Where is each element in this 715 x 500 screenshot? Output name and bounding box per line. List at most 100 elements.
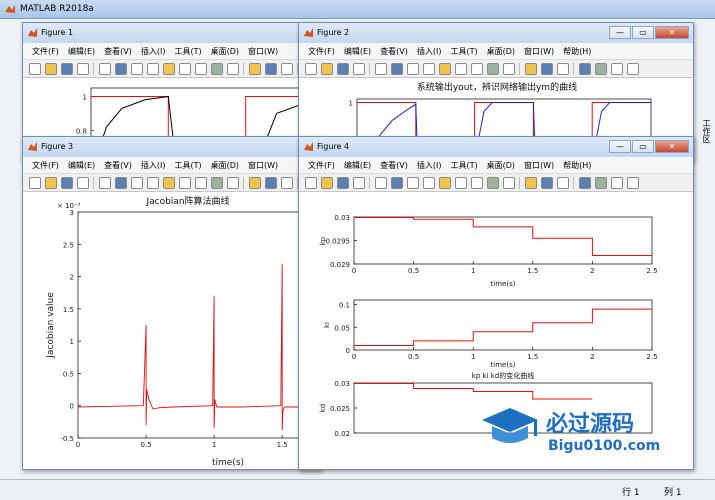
- insert-icon[interactable]: [265, 177, 277, 189]
- rotate-icon[interactable]: [439, 63, 451, 75]
- data-cursor-icon[interactable]: [179, 177, 191, 189]
- property-icon[interactable]: [557, 63, 569, 75]
- colorbar-icon[interactable]: [503, 63, 515, 75]
- maximize-button[interactable]: ▭: [632, 26, 654, 39]
- new-icon[interactable]: [29, 63, 41, 75]
- menu-desktop[interactable]: 桌面(D): [211, 157, 239, 174]
- close-button[interactable]: ✕: [655, 140, 689, 153]
- legend-icon[interactable]: [249, 63, 261, 75]
- data-cursor-icon[interactable]: [179, 63, 191, 75]
- pan-icon[interactable]: [423, 177, 435, 189]
- plot-tools-icon[interactable]: [595, 177, 607, 189]
- menu-insert[interactable]: 插入(I): [141, 157, 166, 174]
- workspace-side-tab[interactable]: 工作区: [699, 119, 712, 143]
- save-icon[interactable]: [337, 177, 349, 189]
- menu-edit[interactable]: 编辑(E): [68, 43, 95, 60]
- menu-file[interactable]: 文件(F): [308, 43, 335, 60]
- menu-tools[interactable]: 工具(T): [450, 43, 477, 60]
- menu-desktop[interactable]: 桌面(D): [487, 43, 515, 60]
- rotate-icon[interactable]: [163, 63, 175, 75]
- rotate-icon[interactable]: [163, 177, 175, 189]
- open-icon[interactable]: [45, 63, 57, 75]
- property-icon[interactable]: [281, 63, 293, 75]
- matlab-title-bar[interactable]: MATLAB R2018a: [0, 0, 715, 19]
- hide-icon[interactable]: [627, 177, 639, 189]
- save-icon[interactable]: [61, 177, 73, 189]
- brush-icon[interactable]: [195, 63, 207, 75]
- menu-window[interactable]: 窗口(W): [248, 157, 278, 174]
- brush-icon[interactable]: [471, 177, 483, 189]
- menu-window[interactable]: 窗口(W): [248, 43, 278, 60]
- menu-edit[interactable]: 编辑(E): [344, 43, 371, 60]
- print-icon[interactable]: [77, 177, 89, 189]
- menu-file[interactable]: 文件(F): [32, 43, 59, 60]
- print-icon[interactable]: [77, 63, 89, 75]
- zoom-out-icon[interactable]: [407, 177, 419, 189]
- dock-icon[interactable]: [611, 177, 623, 189]
- menu-insert[interactable]: 插入(I): [417, 43, 442, 60]
- colorbar-icon[interactable]: [503, 177, 515, 189]
- open-icon[interactable]: [321, 63, 333, 75]
- menu-view[interactable]: 查看(V): [104, 157, 132, 174]
- zoom-in-icon[interactable]: [391, 63, 403, 75]
- zoom-in-icon[interactable]: [115, 63, 127, 75]
- pan-icon[interactable]: [423, 63, 435, 75]
- save-icon[interactable]: [337, 63, 349, 75]
- menu-tools[interactable]: 工具(T): [174, 157, 201, 174]
- legend-icon[interactable]: [525, 63, 537, 75]
- menu-desktop[interactable]: 桌面(D): [211, 43, 239, 60]
- menu-edit[interactable]: 编辑(E): [344, 157, 371, 174]
- link-icon[interactable]: [487, 177, 499, 189]
- menu-tools[interactable]: 工具(T): [450, 157, 477, 174]
- brush-icon[interactable]: [195, 177, 207, 189]
- save-icon[interactable]: [61, 63, 73, 75]
- brush-icon[interactable]: [471, 63, 483, 75]
- menu-tools[interactable]: 工具(T): [174, 43, 201, 60]
- zoom-in-icon[interactable]: [115, 177, 127, 189]
- pointer-icon[interactable]: [375, 177, 387, 189]
- figure-1-title-bar[interactable]: Figure 1: [23, 23, 321, 43]
- dock-icon[interactable]: [611, 63, 623, 75]
- figure-4-title-bar[interactable]: Figure 4 — ▭ ✕: [299, 137, 693, 157]
- new-icon[interactable]: [305, 63, 317, 75]
- legend-icon[interactable]: [525, 177, 537, 189]
- new-icon[interactable]: [305, 177, 317, 189]
- link-icon[interactable]: [211, 177, 223, 189]
- pan-icon[interactable]: [147, 63, 159, 75]
- maximize-button[interactable]: ▭: [632, 140, 654, 153]
- open-icon[interactable]: [321, 177, 333, 189]
- print-icon[interactable]: [353, 63, 365, 75]
- menu-desktop[interactable]: 桌面(D): [487, 157, 515, 174]
- grid-icon[interactable]: [579, 63, 591, 75]
- menu-help[interactable]: 帮助(H): [563, 43, 591, 60]
- grid-icon[interactable]: [579, 177, 591, 189]
- pointer-icon[interactable]: [375, 63, 387, 75]
- menu-edit[interactable]: 编辑(E): [68, 157, 95, 174]
- minimize-button[interactable]: —: [609, 140, 631, 153]
- zoom-out-icon[interactable]: [131, 177, 143, 189]
- pointer-icon[interactable]: [99, 63, 111, 75]
- menu-view[interactable]: 查看(V): [380, 43, 408, 60]
- insert-icon[interactable]: [541, 177, 553, 189]
- menu-file[interactable]: 文件(F): [32, 157, 59, 174]
- zoom-out-icon[interactable]: [131, 63, 143, 75]
- menu-view[interactable]: 查看(V): [104, 43, 132, 60]
- menu-help[interactable]: 帮助(H): [563, 157, 591, 174]
- colorbar-icon[interactable]: [227, 63, 239, 75]
- property-icon[interactable]: [281, 177, 293, 189]
- data-cursor-icon[interactable]: [455, 177, 467, 189]
- menu-insert[interactable]: 插入(I): [417, 157, 442, 174]
- menu-insert[interactable]: 插入(I): [141, 43, 166, 60]
- insert-icon[interactable]: [265, 63, 277, 75]
- close-button[interactable]: ✕: [655, 26, 689, 39]
- menu-window[interactable]: 窗口(W): [524, 157, 554, 174]
- property-icon[interactable]: [557, 177, 569, 189]
- link-icon[interactable]: [211, 63, 223, 75]
- data-cursor-icon[interactable]: [455, 63, 467, 75]
- link-icon[interactable]: [487, 63, 499, 75]
- new-icon[interactable]: [29, 177, 41, 189]
- legend-icon[interactable]: [249, 177, 261, 189]
- figure-3-window[interactable]: Figure 3 文件(F) 编辑(E) 查看(V) 插入(I) 工具(T) 桌面(D) 窗…: [22, 136, 322, 470]
- figure-2-title-bar[interactable]: Figure 2 — ▭ ✕: [299, 23, 693, 43]
- menu-view[interactable]: 查看(V): [380, 157, 408, 174]
